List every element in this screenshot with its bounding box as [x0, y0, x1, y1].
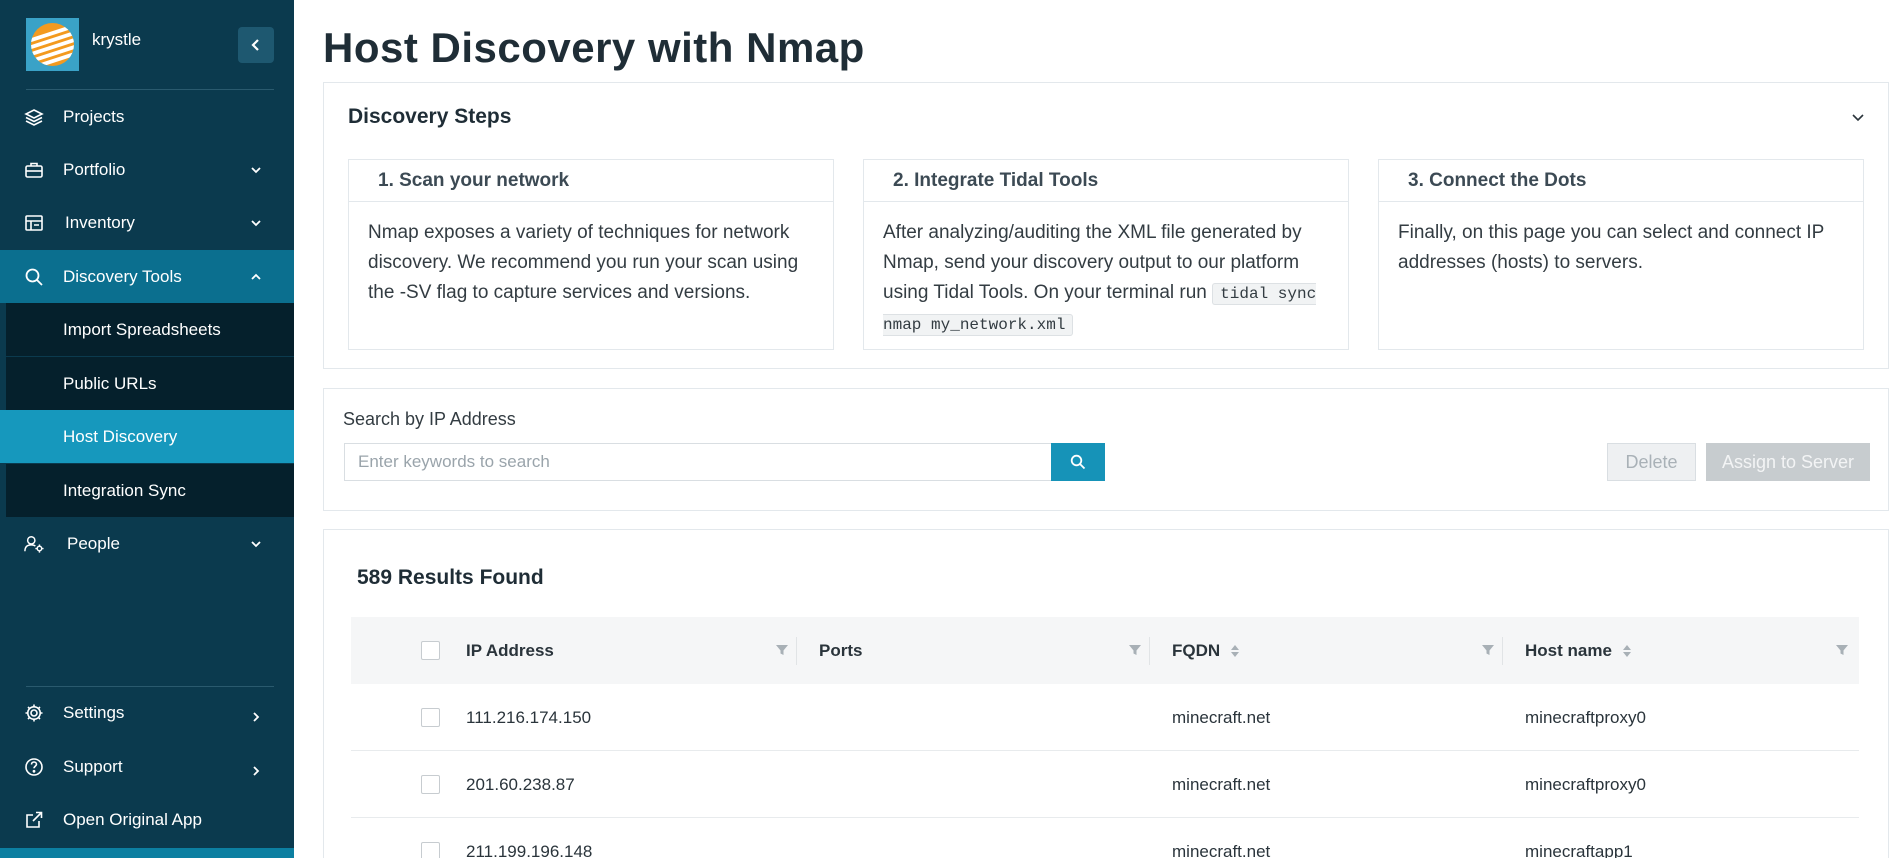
cell-host-name: minecraftproxy0	[1525, 774, 1646, 794]
step-heading: 2. Integrate Tidal Tools	[864, 160, 1348, 202]
cell-ip-address: 111.216.174.150	[466, 707, 592, 727]
sidebar-item-label: People	[67, 533, 120, 553]
cell-fqdn: minecraft.net	[1172, 774, 1271, 794]
step-heading: 3. Connect the Dots	[1379, 160, 1863, 202]
results-panel: 589 Results Found IP Address Ports FQDN …	[323, 529, 1889, 858]
row-checkbox[interactable]	[421, 842, 440, 858]
step-card-scan: 1. Scan your network Nmap exposes a vari…	[348, 159, 834, 350]
sidebar-item-label: Discovery Tools	[63, 266, 182, 286]
sidebar-item-portfolio[interactable]: Portfolio	[0, 143, 294, 196]
column-header-ports[interactable]: Ports	[819, 617, 862, 684]
search-button[interactable]	[1051, 443, 1105, 481]
sidebar-subitem-import-spreadsheets[interactable]: Import Spreadsheets	[6, 303, 294, 356]
sidebar: krystle Projects Portfolio Inventory Dis…	[0, 0, 294, 858]
layers-icon	[24, 107, 44, 127]
chevron-down-icon	[251, 219, 261, 226]
search-panel: Search by IP Address Delete Assign to Se…	[323, 388, 1889, 511]
page-title: Host Discovery with Nmap	[323, 24, 865, 71]
step-heading: 1. Scan your network	[349, 160, 833, 202]
search-label: Search by IP Address	[343, 409, 516, 429]
sidebar-item-label: Support	[63, 756, 123, 776]
search-input[interactable]	[344, 443, 1052, 481]
column-header-fqdn[interactable]: FQDN	[1172, 617, 1240, 684]
sidebar-item-label: Portfolio	[63, 159, 126, 179]
sort-icon[interactable]	[1230, 643, 1240, 659]
sidebar-item-support[interactable]: Support	[0, 740, 294, 793]
chevron-down-icon	[251, 540, 261, 547]
column-divider	[796, 637, 797, 665]
briefcase-icon	[24, 160, 44, 180]
sidebar-item-projects[interactable]: Projects	[0, 90, 294, 143]
sidebar-subitem-public-urls[interactable]: Public URLs	[6, 357, 294, 410]
sidebar-item-label: Projects	[63, 106, 125, 126]
assign-to-server-button[interactable]: Assign to Server	[1706, 443, 1870, 481]
inventory-icon	[24, 213, 44, 233]
cell-ip-address: 211.199.196.148	[466, 841, 593, 858]
column-divider	[1149, 637, 1150, 665]
cell-host-name: minecraftproxy0	[1525, 707, 1646, 727]
cell-ip-address: 201.60.238.87	[466, 774, 575, 794]
results-table: IP Address Ports FQDN Host name 111.216.…	[351, 617, 1859, 858]
select-all-checkbox[interactable]	[421, 641, 440, 660]
filter-icon[interactable]	[1128, 643, 1142, 657]
chevron-right-icon	[253, 765, 260, 776]
step-body: Finally, on this page you can select and…	[1398, 222, 1825, 273]
sidebar-item-inventory[interactable]: Inventory	[0, 196, 294, 249]
filter-icon[interactable]	[775, 643, 789, 657]
column-header-ip-address[interactable]: IP Address	[466, 617, 554, 684]
discovery-steps-panel: Discovery Steps 1. Scan your network Nma…	[323, 82, 1889, 369]
chevron-up-icon	[251, 273, 261, 280]
cell-fqdn: minecraft.net	[1172, 707, 1271, 727]
sort-icon[interactable]	[1622, 643, 1632, 659]
sidebar-subitem-host-discovery[interactable]: Host Discovery	[0, 410, 294, 463]
sidebar-subitem-label: Host Discovery	[63, 426, 178, 446]
table-row[interactable]: 111.216.174.150 minecraft.net minecraftp…	[351, 684, 1859, 751]
table-row[interactable]: 201.60.238.87 minecraft.net minecraftpro…	[351, 751, 1859, 818]
sidebar-item-label: Settings	[63, 702, 125, 722]
chevron-down-icon[interactable]	[1850, 109, 1866, 125]
search-icon	[24, 267, 44, 287]
chevron-left-icon	[251, 39, 259, 51]
sidebar-footer-bar	[0, 848, 294, 858]
table-header: IP Address Ports FQDN Host name	[351, 617, 1859, 684]
column-header-label: Host name	[1525, 640, 1612, 660]
filter-icon[interactable]	[1835, 643, 1849, 657]
step-card-integrate: 2. Integrate Tidal Tools After analyzing…	[863, 159, 1349, 350]
sidebar-item-settings[interactable]: Settings	[0, 686, 294, 739]
sidebar-item-open-original-app[interactable]: Open Original App	[0, 793, 294, 846]
sidebar-item-discovery-tools[interactable]: Discovery Tools	[0, 250, 294, 303]
step-card-connect: 3. Connect the Dots Finally, on this pag…	[1378, 159, 1864, 350]
sidebar-subitem-label: Integration Sync	[63, 480, 186, 500]
help-icon	[24, 757, 44, 777]
sidebar-subitem-integration-sync[interactable]: Integration Sync	[6, 464, 294, 517]
cell-host-name: minecraftapp1	[1525, 841, 1633, 858]
step-body: After analyzing/auditing the XML file ge…	[864, 202, 1348, 340]
users-gear-icon	[24, 534, 44, 554]
delete-button[interactable]: Delete	[1607, 443, 1696, 481]
sidebar-subitem-label: Public URLs	[63, 373, 157, 393]
search-icon	[1070, 454, 1086, 470]
sidebar-subitem-label: Import Spreadsheets	[63, 319, 221, 339]
results-count: 589 Results Found	[357, 566, 544, 589]
filter-icon[interactable]	[1481, 643, 1495, 657]
column-divider	[1502, 637, 1503, 665]
discovery-steps-title: Discovery Steps	[348, 105, 512, 128]
column-header-host-name[interactable]: Host name	[1525, 617, 1632, 684]
sidebar-item-people[interactable]: People	[0, 517, 294, 570]
table-row[interactable]: 211.199.196.148 minecraft.net minecrafta…	[351, 818, 1859, 858]
external-link-icon	[24, 810, 44, 830]
username: krystle	[92, 29, 142, 49]
chevron-right-icon	[253, 711, 260, 722]
step-body: Nmap exposes a variety of techniques for…	[368, 222, 799, 303]
cell-fqdn: minecraft.net	[1172, 841, 1271, 858]
sidebar-item-label: Inventory	[65, 212, 135, 232]
row-checkbox[interactable]	[421, 775, 440, 794]
column-header-label: FQDN	[1172, 640, 1221, 660]
app-logo	[26, 18, 79, 71]
gear-icon	[24, 703, 44, 723]
collapse-sidebar-button[interactable]	[238, 27, 274, 63]
sidebar-item-label: Open Original App	[63, 809, 202, 829]
row-checkbox[interactable]	[421, 708, 440, 727]
chevron-down-icon	[251, 166, 261, 173]
